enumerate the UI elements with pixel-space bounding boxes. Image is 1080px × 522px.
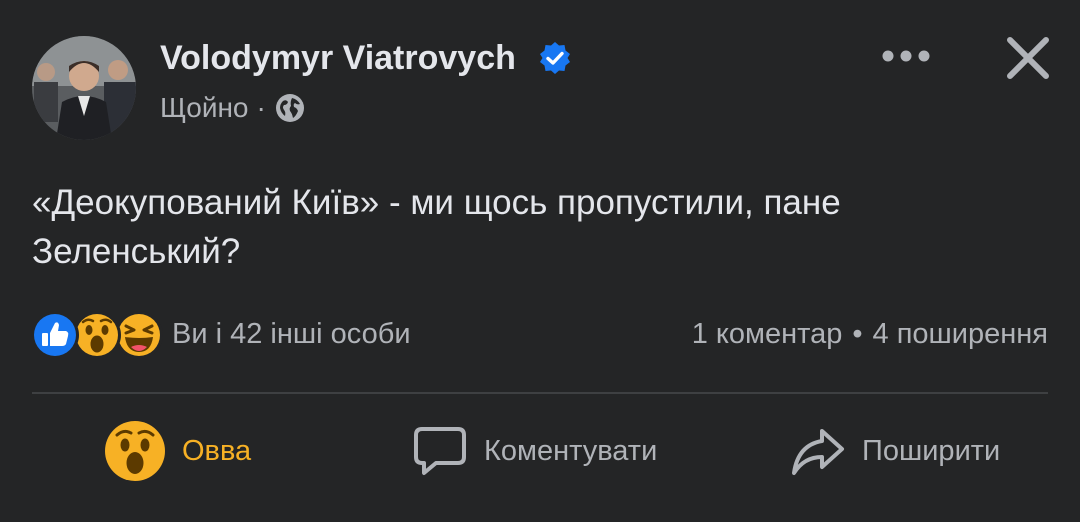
engagement-counts: 1 коментар • 4 поширення [692, 314, 1048, 354]
post-text: «Деокупований Київ» - ми щось пропустили… [32, 183, 841, 271]
share-icon [792, 429, 844, 475]
author-name[interactable]: Volodymyr Viatrovych [160, 36, 516, 80]
verified-badge-icon [540, 42, 570, 74]
globe-icon [275, 94, 304, 122]
author-avatar[interactable] [32, 36, 136, 140]
more-options-icon[interactable] [876, 36, 936, 76]
shares-count[interactable]: 4 поширення [873, 314, 1048, 354]
engagement-separator: • [852, 318, 863, 350]
reaction-label: Овва [182, 434, 252, 467]
wow-reaction-icon [105, 421, 165, 481]
comment-button[interactable]: Коментувати [412, 418, 657, 484]
post-meta: Щойно · [160, 88, 306, 128]
close-icon[interactable] [1000, 30, 1056, 86]
meta-separator: · [256, 92, 266, 123]
reaction-button[interactable]: Овва [104, 418, 251, 484]
comment-label: Коментувати [484, 434, 658, 467]
share-button[interactable]: Поширити [790, 418, 1000, 484]
comment-icon [414, 427, 466, 475]
post-card: Volodymyr Viatrovych Щойно · «Деокупован… [0, 0, 1080, 522]
divider [32, 392, 1048, 394]
avatar-photo [32, 36, 136, 140]
share-label: Поширити [862, 434, 1001, 467]
reactions-summary[interactable]: Ви і 42 інші особи [172, 314, 411, 354]
like-icon [31, 311, 79, 359]
reaction-icons[interactable] [30, 310, 164, 360]
post-time[interactable]: Щойно [160, 92, 249, 124]
comments-count[interactable]: 1 коментар [692, 314, 843, 354]
